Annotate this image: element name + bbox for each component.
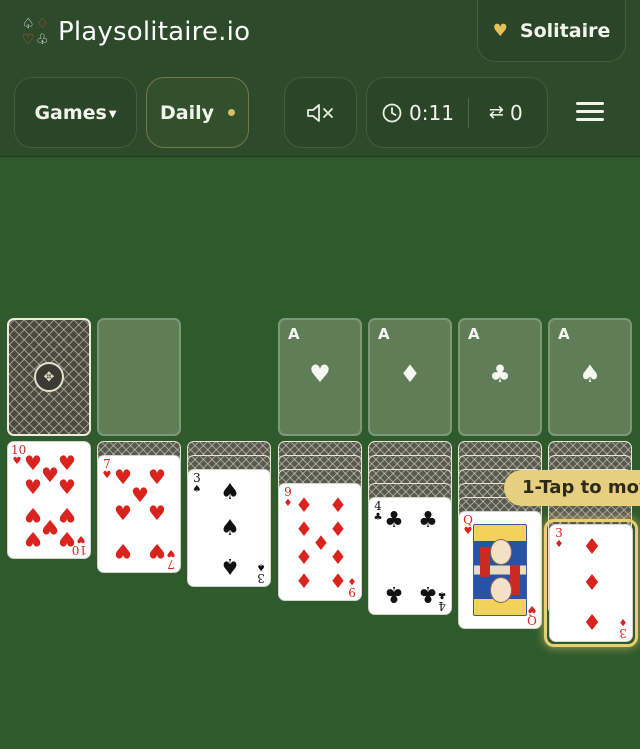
foundation-label: A: [288, 325, 300, 343]
game-stats: 0:11 ⇄ 0: [366, 77, 548, 148]
card-index: 3 ♠: [192, 471, 202, 495]
spade-pip: ♠: [220, 480, 240, 505]
club-pip: ♣: [384, 508, 404, 533]
moves-count: 0: [510, 100, 523, 125]
diamond-pip: ♦: [582, 535, 602, 560]
timer-value: 0:11: [409, 100, 454, 125]
foundation-spades[interactable]: A ♠: [548, 318, 632, 436]
heart-pip: ♥: [58, 475, 76, 499]
heart-icon: ♥: [492, 20, 508, 41]
card-back-emblem-icon: ✥: [34, 362, 64, 392]
diamond-pip: ♦: [329, 569, 347, 593]
site-name: Playsolitaire.io: [58, 17, 251, 47]
waste-pile[interactable]: [97, 318, 181, 436]
card-suits-logo-icon: ♤ ♢ ♡ ♧: [22, 16, 49, 48]
club-pip: ♣: [418, 508, 438, 533]
solitaire-label: Solitaire: [519, 19, 611, 42]
diamond-pip: ♦: [295, 493, 313, 517]
hint-tooltip: 1-Tap to move: [504, 470, 640, 506]
card-index: Q ♥: [527, 603, 537, 627]
swap-arrows-icon: ⇄: [488, 102, 505, 123]
spade-pip: ♠: [220, 516, 240, 541]
heart-icon: ♥: [309, 360, 331, 388]
heart-pip: ♥: [148, 539, 166, 563]
card-3-spades[interactable]: 3 ♠ 3 ♠ ♠ ♠ ♠: [187, 469, 271, 587]
heart-pip: ♥: [24, 527, 42, 551]
stats-divider: [467, 97, 469, 128]
spade-icon: ♠: [579, 360, 601, 388]
stock-pile[interactable]: ✥: [7, 318, 91, 436]
diamond-pip: ♦: [582, 571, 602, 596]
top-bar: ♤ ♢ ♡ ♧ Playsolitaire.io ♥ Solitaire Gam…: [0, 0, 640, 157]
diamond-pip: ♦: [295, 545, 313, 569]
heart-pip: ♥: [24, 475, 42, 499]
diamond-pip: ♦: [329, 493, 347, 517]
card-4-clubs[interactable]: 4 ♣ 4 ♣ ♣ ♣ ♣ ♣: [368, 497, 452, 615]
foundation-diamonds[interactable]: A ♦: [368, 318, 452, 436]
card-index: 3 ♦: [618, 616, 628, 640]
card-7-hearts[interactable]: 7 ♥ 7 ♥ ♥ ♥ ♥ ♥ ♥ ♥ ♥: [97, 455, 181, 573]
notification-dot: [228, 109, 235, 116]
games-dropdown[interactable]: Games ▼: [14, 77, 137, 148]
site-logo[interactable]: ♤ ♢ ♡ ♧ Playsolitaire.io: [22, 12, 250, 52]
card-index: 3 ♦: [554, 526, 564, 550]
clock-icon: [382, 103, 402, 122]
chevron-down-icon: ▼: [108, 109, 117, 120]
daily-challenge-button[interactable]: Daily: [146, 77, 249, 148]
solitaire-button[interactable]: ♥ Solitaire: [477, 0, 626, 62]
card-10-hearts[interactable]: 10 ♥ 10 ♥ ♥ ♥ ♥ ♥ ♥ ♥ ♥ ♥ ♥ ♥: [7, 441, 91, 559]
foundation-label: A: [558, 325, 570, 343]
heart-pip: ♥: [114, 501, 132, 525]
foundation-label: A: [468, 325, 480, 343]
foundation-hearts[interactable]: A ♥: [278, 318, 362, 436]
hamburger-menu-icon[interactable]: [576, 102, 604, 122]
diamond-pip: ♦: [295, 569, 313, 593]
diamond-icon: ♦: [399, 360, 421, 388]
club-icon: ♣: [489, 360, 511, 388]
card-index: 3 ♠: [256, 561, 266, 585]
club-pip: ♣: [384, 581, 404, 606]
spade-pip: ♠: [220, 553, 240, 578]
card-queen-hearts[interactable]: Q ♥ Q ♥: [458, 511, 542, 629]
heart-pip: ♥: [58, 527, 76, 551]
sound-toggle-button[interactable]: [284, 77, 357, 148]
diamond-pip: ♦: [582, 608, 602, 633]
club-pip: ♣: [418, 581, 438, 606]
foundation-label: A: [378, 325, 390, 343]
daily-label: Daily: [159, 101, 214, 124]
speaker-muted-icon: [306, 103, 333, 122]
games-label: Games: [34, 101, 107, 124]
card-9-diamonds[interactable]: 9 ♦ 9 ♦ ♦ ♦ ♦ ♦ ♦ ♦ ♦ ♦ ♦: [278, 483, 362, 601]
foundation-clubs[interactable]: A ♣: [458, 318, 542, 436]
diamond-pip: ♦: [329, 545, 347, 569]
queen-portrait-icon: [473, 524, 527, 616]
heart-pip: ♥: [148, 501, 166, 525]
card-3-diamonds[interactable]: 3 ♦ 3 ♦ ♦ ♦ ♦: [549, 524, 633, 642]
heart-pip: ♥: [114, 539, 132, 563]
